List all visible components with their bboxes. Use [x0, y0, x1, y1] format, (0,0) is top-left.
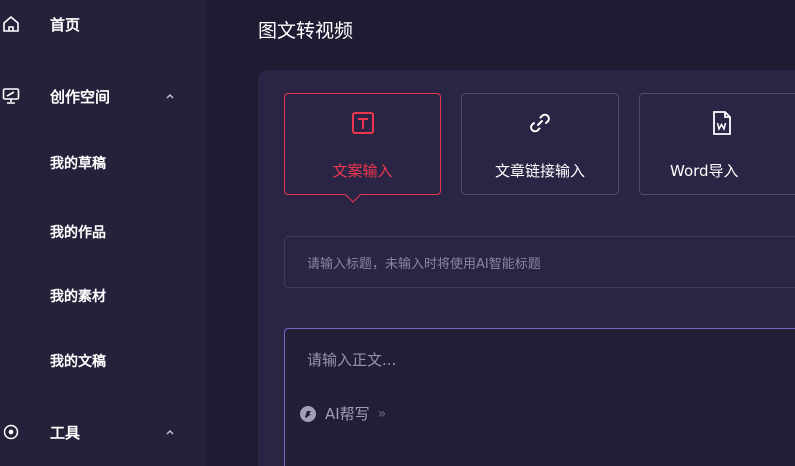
ai-write-button[interactable]: AI帮写 »: [299, 403, 386, 424]
mode-card-label: 文章链接输入: [494, 162, 585, 180]
mode-card-label: 文案输入: [332, 162, 393, 180]
mode-card-link-input[interactable]: 文章链接输入: [461, 93, 619, 195]
home-icon: [3, 15, 19, 32]
mode-card-label: Word导入: [670, 162, 739, 180]
chevron-up-icon[interactable]: [164, 426, 176, 438]
sidebar-item-label: 创作空间: [50, 87, 111, 106]
compass-icon: [3, 424, 19, 440]
sidebar-item-tools[interactable]: 工具: [0, 412, 207, 452]
chevron-up-icon[interactable]: [164, 90, 176, 102]
mode-card-text-input[interactable]: 文案输入: [284, 93, 441, 195]
app-window: 首页 创作空间 我的草稿 我的作品 我的素材 我的文稿 工具 图文转视频 文案输…: [0, 0, 795, 466]
ai-write-label: AI帮写: [325, 405, 370, 423]
sidebar-item-label: 工具: [50, 423, 81, 442]
sidebar-item-label: 我的素材: [50, 289, 106, 305]
sidebar-item-label: 我的草稿: [50, 156, 106, 172]
sidebar-item-works[interactable]: 我的作品: [0, 212, 207, 252]
sidebar: 首页 创作空间 我的草稿 我的作品 我的素材 我的文稿 工具: [0, 0, 207, 466]
editor-panel: 文案输入 文章链接输入 Word导入 请输入标题，未输入时将使用AI智能标题 请…: [258, 70, 795, 466]
mode-card-word-import[interactable]: Word导入: [639, 93, 795, 195]
sidebar-item-label: 我的文稿: [50, 354, 106, 370]
title-input[interactable]: 请输入标题，未输入时将使用AI智能标题: [284, 236, 795, 288]
active-card-pointer: [345, 194, 361, 203]
monitor-icon: [2, 88, 20, 104]
ai-write-arrow: »: [377, 405, 387, 422]
page-title: 图文转视频: [258, 20, 354, 42]
title-input-placeholder: 请输入标题，未输入时将使用AI智能标题: [307, 256, 541, 272]
sidebar-item-materials[interactable]: 我的素材: [0, 276, 207, 316]
sidebar-item-home[interactable]: 首页: [0, 4, 207, 44]
sidebar-item-drafts[interactable]: 我的草稿: [0, 143, 207, 183]
body-textarea[interactable]: 请输入正文... AI帮写 »: [284, 328, 795, 466]
link-icon: [530, 113, 550, 133]
word-doc-icon: [713, 111, 731, 135]
ai-write-icon: [300, 405, 316, 422]
body-input-placeholder: 请输入正文...: [307, 351, 397, 369]
text-box-icon: [351, 112, 374, 134]
sidebar-item-label: 首页: [50, 15, 81, 34]
sidebar-item-label: 我的作品: [50, 225, 106, 241]
sidebar-item-manuscripts[interactable]: 我的文稿: [0, 341, 207, 381]
sidebar-item-creation-space[interactable]: 创作空间: [0, 76, 207, 116]
main-content: 图文转视频 文案输入 文章链接输入 Word导入 请输入标题，未输入时将使用AI…: [207, 0, 795, 466]
